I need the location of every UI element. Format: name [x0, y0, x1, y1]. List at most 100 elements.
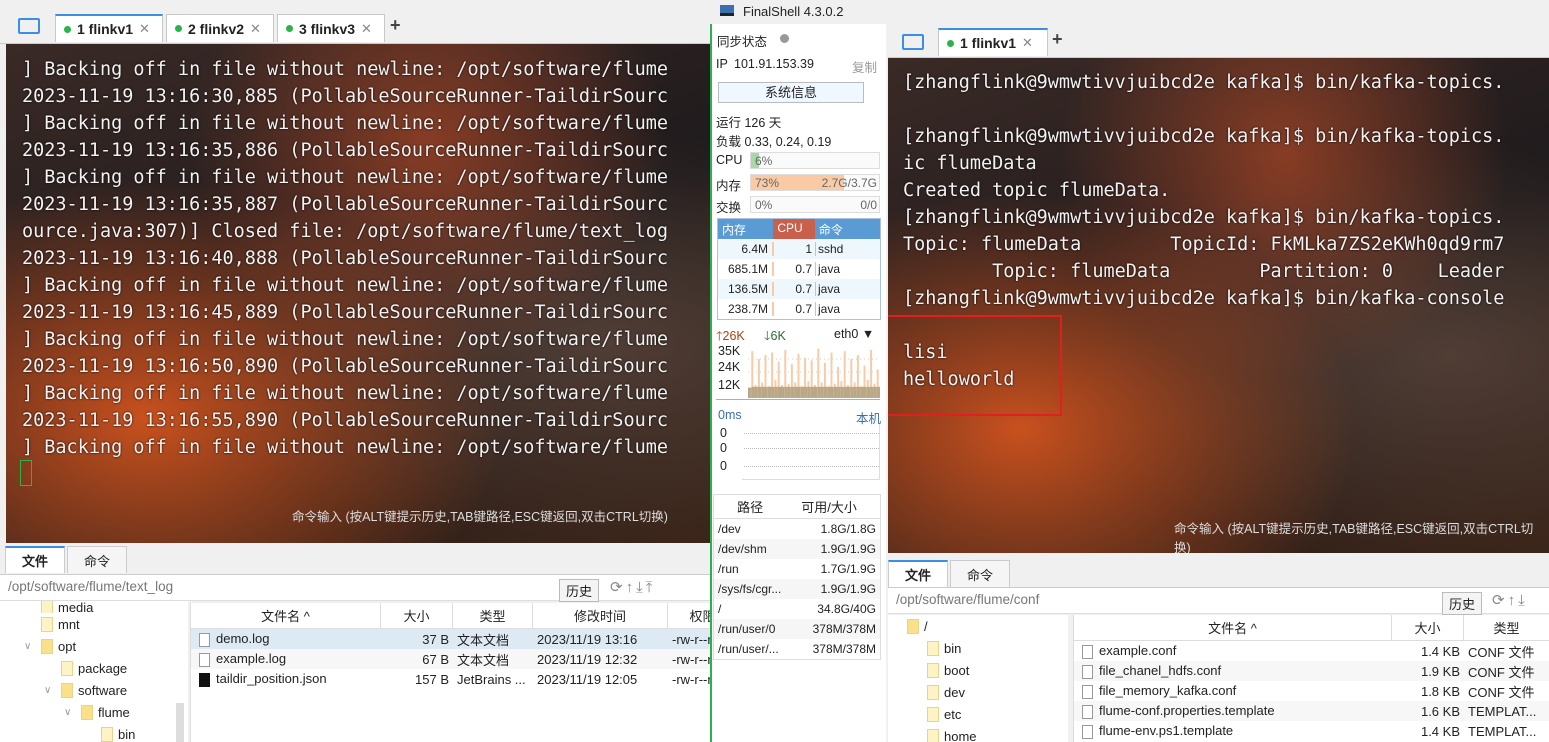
command-input-hint[interactable]: 命令输入 (按ALT键提示历史,TAB键路径,ESC键返回,双击CTRL切换): [1174, 518, 1549, 553]
left-folder-tree[interactable]: media mnt ∨ opt package ∨ software ∨ flume bin: [0, 601, 188, 742]
tree-item[interactable]: media: [0, 601, 188, 613]
tree-item[interactable]: ∨ software: [0, 679, 188, 701]
column-header-2[interactable]: 类型: [1464, 615, 1549, 640]
disk-path: /run/user/0: [718, 622, 776, 636]
process-row[interactable]: 238.7M 0.7 java: [718, 299, 880, 319]
expanded-chevron-icon[interactable]: ∨: [24, 641, 36, 652]
right-file-table[interactable]: 文件名 ^ 大小 类型 example.conf 1.4 KB CONF 文件 file_c…: [1073, 615, 1549, 742]
disk-row[interactable]: / 34.8G/40G: [714, 599, 880, 619]
add-tab-icon[interactable]: +: [390, 15, 401, 36]
refresh-icon[interactable]: ⟳: [610, 579, 626, 596]
tab-flinkv1[interactable]: 1 flinkv1 ✕: [55, 14, 163, 42]
column-header-0[interactable]: 文件名 ^: [1074, 615, 1392, 640]
column-header-2[interactable]: 类型: [453, 603, 533, 628]
tree-item[interactable]: bin: [888, 637, 1068, 659]
upload-icon[interactable]: ⤒: [646, 579, 656, 596]
tree-item[interactable]: home: [888, 725, 1068, 742]
expanded-chevron-icon[interactable]: ∨: [44, 685, 56, 696]
file-name: demo.log: [191, 631, 381, 647]
download-icon[interactable]: ⤓: [1518, 592, 1528, 609]
network-interface-select[interactable]: eth0 ▼: [834, 327, 874, 341]
folder-icon[interactable]: [18, 18, 40, 34]
download-icon[interactable]: ⤓: [636, 579, 646, 596]
process-row[interactable]: 136.5M 0.7 java: [718, 279, 880, 299]
process-row[interactable]: 6.4M 1 sshd: [718, 239, 880, 259]
refresh-icon[interactable]: ⟳: [1492, 592, 1508, 609]
net-tick: 35K: [718, 344, 741, 358]
path-input[interactable]: /opt/software/flume/text_log: [8, 579, 173, 594]
file-toolbar-icons[interactable]: ⟳↑⤓⤒: [610, 578, 655, 596]
tree-item-label: boot: [944, 662, 970, 678]
tab-flinkv1[interactable]: 1 flinkv1 ✕: [938, 28, 1048, 56]
close-icon[interactable]: ✕: [139, 21, 150, 37]
process-column-header[interactable]: CPU: [773, 219, 815, 239]
right-folder-tree[interactable]: / bin boot dev etc home: [888, 615, 1068, 742]
file-row[interactable]: file_memory_kafka.conf 1.8 KB CONF 文件: [1074, 681, 1549, 701]
left-terminal[interactable]: ] Backing off in file without newline: /…: [6, 44, 710, 543]
uptime: 运行 126 天: [716, 116, 782, 130]
file-row[interactable]: demo.log 37 B 文本文档 2023/11/19 13:16 -rw-r--r…: [191, 629, 710, 649]
left-path-bar[interactable]: /opt/software/flume/text_log: [0, 575, 710, 601]
process-row[interactable]: 685.1M 0.7 java: [718, 259, 880, 279]
disk-row[interactable]: /dev 1.8G/1.8G: [714, 519, 880, 539]
file-row[interactable]: file_chanel_hdfs.conf 1.9 KB CONF 文件: [1074, 661, 1549, 681]
command-input-hint[interactable]: 命令输入 (按ALT键提示历史,TAB键路径,ESC键返回,双击CTRL切换): [292, 506, 668, 525]
disk-table[interactable]: 路径 可用/大小/dev 1.8G/1.8G/dev/shm 1.9G/1.9G/ru…: [713, 494, 881, 660]
tree-item[interactable]: bin: [0, 723, 188, 742]
download-value: 6K: [770, 329, 786, 343]
file-row[interactable]: flume-conf.properties.template 1.6 KB TEMP…: [1074, 701, 1549, 721]
file-row[interactable]: example.conf 1.4 KB CONF 文件: [1074, 641, 1549, 661]
column-header-4[interactable]: 权限: [668, 603, 710, 628]
expanded-chevron-icon[interactable]: ∨: [64, 707, 76, 718]
copy-ip-button[interactable]: 复制: [852, 57, 877, 76]
disk-column-header[interactable]: 路径: [737, 497, 763, 516]
tree-item[interactable]: dev: [888, 681, 1068, 703]
file-row[interactable]: flume-env.ps1.template 1.4 KB TEMPLAT...: [1074, 721, 1549, 741]
folder-icon[interactable]: [902, 34, 924, 50]
tree-item[interactable]: ∨ flume: [0, 701, 188, 723]
tab-commands[interactable]: 命令: [950, 560, 1010, 587]
left-file-table[interactable]: 文件名 ^大小类型修改时间权限 demo.log 37 B 文本文档 2023/11/1…: [190, 603, 710, 742]
process-column-header[interactable]: 命令: [814, 219, 880, 239]
close-icon[interactable]: ✕: [361, 21, 372, 37]
process-table[interactable]: 内存 CPU 命令 6.4M 1 sshd 685.1M 0.7 java 136.5M 0.7 ja…: [717, 218, 881, 320]
column-header-3[interactable]: 修改时间: [533, 603, 668, 628]
tab-files[interactable]: 文件: [888, 560, 948, 587]
close-icon[interactable]: ✕: [250, 21, 261, 37]
column-header-1[interactable]: 大小: [1392, 615, 1464, 640]
file-size: 157 B: [381, 672, 453, 687]
tree-item[interactable]: mnt: [0, 613, 188, 635]
column-header-0[interactable]: 文件名 ^: [191, 603, 381, 628]
tree-item[interactable]: package: [0, 657, 188, 679]
disk-row[interactable]: /run/user/... 378M/378M: [714, 639, 880, 659]
tree-item[interactable]: /: [888, 615, 1068, 637]
right-terminal[interactable]: [zhangflink@9wmwtivvjuibcd2e kafka]$ bin…: [888, 58, 1549, 553]
up-icon[interactable]: ↑: [1508, 592, 1519, 609]
disk-row[interactable]: /run/user/0 378M/378M: [714, 619, 880, 639]
history-button[interactable]: 历史: [1442, 592, 1483, 615]
tab-files[interactable]: 文件: [5, 546, 65, 573]
history-button[interactable]: 历史: [559, 579, 600, 602]
file-row[interactable]: taildir_position.json 157 B JetBrains ... 2…: [191, 669, 710, 689]
file-toolbar-icons[interactable]: ⟳↑⤓: [1492, 591, 1528, 609]
add-tab-icon[interactable]: +: [1052, 29, 1063, 50]
tree-item[interactable]: boot: [888, 659, 1068, 681]
disk-row[interactable]: /dev/shm 1.9G/1.9G: [714, 539, 880, 559]
text-file-icon: [1082, 704, 1093, 719]
system-info-button[interactable]: 系统信息: [718, 82, 864, 103]
tab-commands[interactable]: 命令: [67, 546, 127, 573]
disk-row[interactable]: /run 1.7G/1.9G: [714, 559, 880, 579]
tab-flinkv3[interactable]: 3 flinkv3 ✕: [277, 14, 385, 42]
up-icon[interactable]: ↑: [626, 579, 637, 596]
column-header-1[interactable]: 大小: [381, 603, 453, 628]
file-row[interactable]: example.log 67 B 文本文档 2023/11/19 12:32 -rw-r…: [191, 649, 710, 669]
disk-column-header[interactable]: 可用/大小: [801, 497, 857, 516]
tree-item[interactable]: ∨ opt: [0, 635, 188, 657]
path-input[interactable]: /opt/software/flume/conf: [896, 592, 1039, 607]
process-column-header[interactable]: 内存: [718, 219, 774, 239]
tab-flinkv2[interactable]: 2 flinkv2 ✕: [166, 14, 274, 42]
disk-row[interactable]: /sys/fs/cgr... 1.9G/1.9G: [714, 579, 880, 599]
tree-scrollbar[interactable]: [176, 703, 184, 742]
close-icon[interactable]: ✕: [1022, 35, 1033, 51]
tree-item[interactable]: etc: [888, 703, 1068, 725]
